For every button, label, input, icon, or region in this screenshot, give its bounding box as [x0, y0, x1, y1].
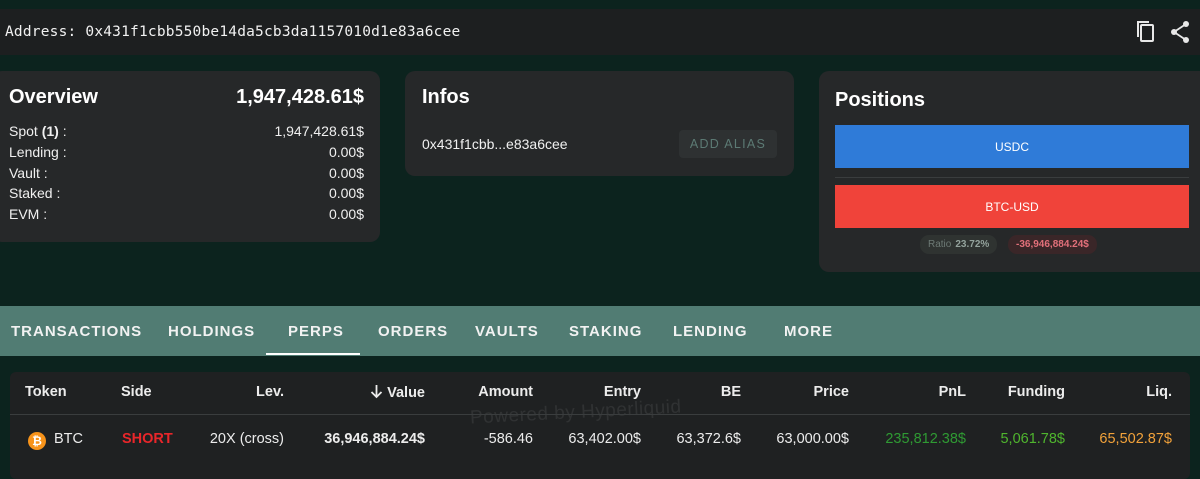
arrow-down-icon [370, 384, 383, 403]
position-bar-btc-usd[interactable]: BTC-USD [835, 185, 1189, 228]
tab-lending[interactable]: LENDING [673, 306, 748, 356]
col-pnl[interactable]: PnL [939, 384, 966, 400]
share-icon[interactable] [1168, 19, 1192, 45]
col-value[interactable]: Value [370, 384, 425, 403]
bitcoin-icon: ₿ [28, 432, 46, 450]
staked-label: Staked : [9, 185, 61, 201]
row-side: SHORT [122, 431, 173, 447]
address-line: Address: 0x431f1cbb550be14da5cb3da115701… [0, 24, 460, 40]
row-be: 63,372.6$ [676, 431, 741, 447]
row-pnl: 235,812.38$ [885, 431, 966, 447]
copy-icon[interactable] [1134, 19, 1158, 45]
tab-vaults[interactable]: VAULTS [475, 306, 539, 356]
infos-title: Infos [422, 86, 470, 108]
short-address: 0x431f1cbb...e83a6cee [422, 136, 568, 152]
tab-staking[interactable]: STAKING [569, 306, 642, 356]
row-token[interactable]: BTC [54, 431, 83, 447]
lending-label: Lending : [9, 144, 67, 160]
overview-row-spot: Spot (1) : 1,947,428.61$ [9, 123, 364, 143]
perps-table: Powered by Hyperliquid Token Side Lev. V… [10, 372, 1190, 479]
overview-title: Overview [9, 86, 98, 108]
lending-value: 0.00$ [328, 144, 364, 160]
pnl-chip: -36,946,884.24$ [1008, 235, 1097, 254]
row-entry: 63,402.00$ [568, 431, 641, 447]
overview-row-lending: Lending : 0.00$ [9, 144, 364, 164]
ratio-chip: Ratio 23.72% [920, 235, 998, 254]
row-funding: 5,061.78$ [1000, 431, 1065, 447]
row-value: 36,946,884.24$ [324, 431, 425, 447]
col-liq[interactable]: Liq. [1146, 384, 1172, 400]
col-entry[interactable]: Entry [604, 384, 641, 400]
row-price: 63,000.00$ [776, 431, 849, 447]
overview-total: 1,947,428.61$ [236, 86, 364, 108]
address-label: Address: [5, 24, 77, 40]
position-divider [835, 177, 1189, 178]
tab-more[interactable]: MORE [784, 306, 833, 356]
evm-value: 0.00$ [328, 206, 364, 222]
col-be[interactable]: BE [721, 384, 741, 400]
spot-value: 1,947,428.61$ [274, 123, 364, 139]
col-side[interactable]: Side [121, 384, 152, 400]
active-tab-indicator [266, 353, 360, 355]
row-lev: 20X (cross) [209, 431, 284, 447]
watermark: Powered by Hyperliquid [469, 396, 683, 429]
tab-perps[interactable]: PERPS [288, 306, 344, 356]
add-alias-button[interactable]: ADD ALIAS [679, 130, 777, 158]
ratio-label: Ratio [928, 239, 952, 250]
row-amount: -586.46 [483, 431, 533, 447]
address-bar: Address: 0x431f1cbb550be14da5cb3da115701… [0, 9, 1200, 55]
positions-title: Positions [835, 89, 926, 111]
vault-value: 0.00$ [328, 165, 364, 181]
vault-label: Vault : [9, 165, 48, 181]
col-value-label: Value [387, 385, 425, 401]
overview-row-evm: EVM : 0.00$ [9, 206, 364, 226]
row-liq: 65,502.87$ [1099, 431, 1172, 447]
tab-transactions[interactable]: TRANSACTIONS [11, 306, 142, 356]
col-funding[interactable]: Funding [1008, 384, 1065, 400]
positions-card: Positions USDC BTC-USD Ratio 23.72% -36,… [819, 71, 1200, 272]
tab-holdings[interactable]: HOLDINGS [168, 306, 255, 356]
ratio-value: 23.72% [955, 239, 990, 250]
staked-value: 0.00$ [328, 185, 364, 201]
wallet-address: 0x431f1cbb550be14da5cb3da1157010d1e83a6c… [85, 24, 461, 40]
evm-label: EVM : [9, 206, 48, 222]
spot-label: Spot [9, 123, 38, 139]
header-divider [10, 414, 1190, 415]
overview-card: Overview 1,947,428.61$ Spot (1) : 1,947,… [0, 71, 380, 242]
col-token[interactable]: Token [25, 384, 67, 400]
col-lev[interactable]: Lev. [256, 384, 284, 400]
col-amount[interactable]: Amount [478, 384, 533, 400]
col-price[interactable]: Price [814, 384, 849, 400]
overview-row-vault: Vault : 0.00$ [9, 165, 364, 185]
tab-bar: TRANSACTIONS HOLDINGS PERPS ORDERS VAULT… [0, 306, 1200, 356]
tab-orders[interactable]: ORDERS [378, 306, 448, 356]
position-bar-usdc[interactable]: USDC [835, 125, 1189, 168]
spot-count: (1) [41, 123, 59, 139]
infos-card: Infos 0x431f1cbb...e83a6cee ADD ALIAS [405, 71, 794, 176]
spot-suffix: : [58, 123, 67, 139]
overview-row-staked: Staked : 0.00$ [9, 185, 364, 205]
